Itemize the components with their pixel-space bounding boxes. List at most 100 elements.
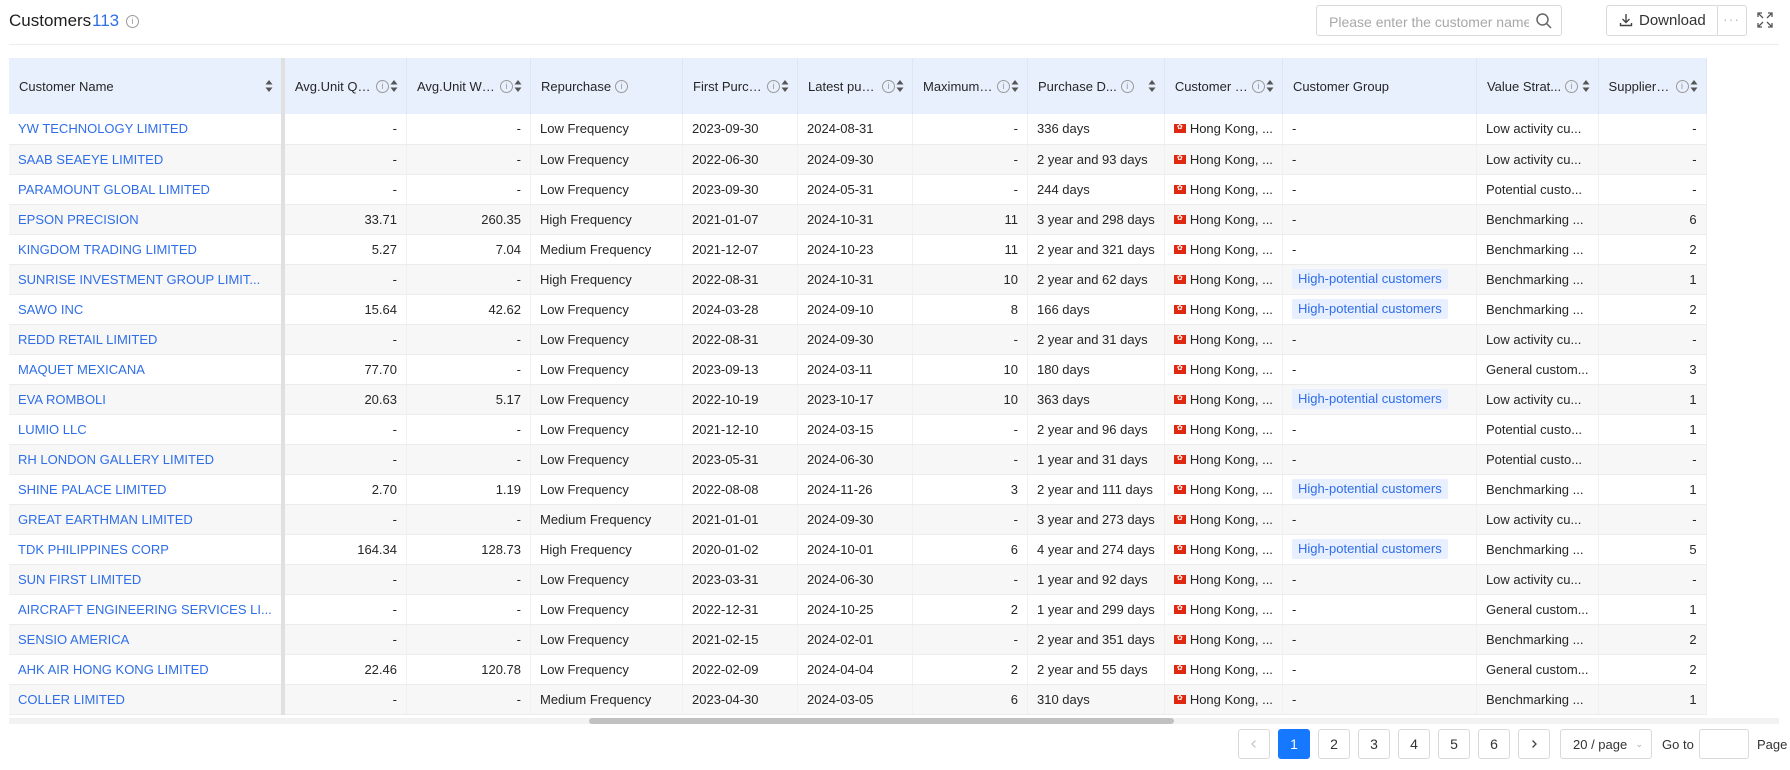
page-size-select[interactable]: 20 / page ⌄	[1560, 729, 1652, 759]
page-button[interactable]: 6	[1478, 729, 1510, 759]
page-button[interactable]: 2	[1318, 729, 1350, 759]
info-icon[interactable]: i	[1565, 80, 1579, 94]
sort-icon[interactable]	[1266, 79, 1274, 93]
sort-icon[interactable]	[1011, 79, 1019, 93]
info-icon[interactable]: i	[615, 80, 629, 94]
table-row[interactable]: SUN FIRST LIMITED - - Low Frequency 2023-03-…	[9, 564, 1707, 595]
table-row[interactable]: YW TECHNOLOGY LIMITED - - Low Frequency 2023…	[9, 114, 1707, 145]
horizontal-scrollbar[interactable]	[9, 718, 1779, 724]
cell-name[interactable]: SAAB SEAEYE LIMITED	[9, 144, 285, 175]
info-icon[interactable]: i	[1120, 80, 1134, 94]
table-row[interactable]: SHINE PALACE LIMITED 2.70 1.19 Low Frequenc…	[9, 474, 1707, 505]
sort-icon[interactable]	[1690, 79, 1698, 93]
cell-name[interactable]: SUN FIRST LIMITED	[9, 564, 285, 595]
cell-duration: 336 days	[1027, 114, 1165, 145]
table-row[interactable]: SENSIO AMERICA - - Low Frequency 2021-02-15 2…	[9, 624, 1707, 655]
cell-first: 2021-01-01	[682, 504, 798, 535]
sort-icon[interactable]	[1582, 79, 1590, 93]
page-button[interactable]: 3	[1358, 729, 1390, 759]
cell-name[interactable]: LUMIO LLC	[9, 414, 285, 445]
goto-page-input[interactable]	[1699, 729, 1749, 759]
info-icon[interactable]: i	[767, 80, 780, 94]
page-button[interactable]: 5	[1438, 729, 1470, 759]
info-icon[interactable]: i	[882, 80, 895, 94]
search-icon[interactable]	[1535, 12, 1553, 30]
sort-icon[interactable]	[390, 79, 398, 93]
column-header[interactable]: Value Strat... i	[1476, 58, 1599, 114]
cell-name[interactable]: SAWO INC	[9, 294, 285, 325]
page-button[interactable]: 1	[1278, 729, 1310, 759]
column-header[interactable]: Avg.Unit Wgt ... i	[406, 58, 531, 114]
cell-name[interactable]: SHINE PALACE LIMITED	[9, 474, 285, 505]
column-header[interactable]: Purchase D... i	[1027, 58, 1165, 114]
table-row[interactable]: PARAMOUNT GLOBAL LIMITED - - Low Frequency 2…	[9, 174, 1707, 205]
table-row[interactable]: EPSON PRECISION 33.71 260.35 High Frequency…	[9, 204, 1707, 235]
info-icon[interactable]: i	[1251, 80, 1265, 94]
info-icon[interactable]: i	[376, 80, 389, 94]
cell-name[interactable]: PARAMOUNT GLOBAL LIMITED	[9, 174, 285, 205]
cell-name[interactable]: MAQUET MEXICANA	[9, 354, 285, 385]
column-header[interactable]: Customer L... i	[1164, 58, 1283, 114]
cell-location: Hong Kong, ...	[1164, 564, 1283, 595]
table-row[interactable]: AIRCRAFT ENGINEERING SERVICES LI... - - Low…	[9, 594, 1707, 625]
column-header[interactable]: Maximum D... i	[912, 58, 1028, 114]
cell-name[interactable]: AHK AIR HONG KONG LIMITED	[9, 654, 285, 685]
sort-icon[interactable]	[1148, 79, 1156, 93]
column-header[interactable]: Repurchase i	[530, 58, 683, 114]
column-header[interactable]: Latest purc... i	[797, 58, 913, 114]
page-button[interactable]: 4	[1398, 729, 1430, 759]
cell-name[interactable]: COLLER LIMITED	[9, 684, 285, 715]
cell-name[interactable]: YW TECHNOLOGY LIMITED	[9, 114, 285, 145]
table-row[interactable]: TDK PHILIPPINES CORP 164.34 128.73 High Fre…	[9, 534, 1707, 565]
cell-latest: 2024-09-10	[797, 294, 913, 325]
sort-icon[interactable]	[265, 79, 273, 93]
scrollbar-thumb[interactable]	[589, 718, 1174, 724]
fullscreen-icon[interactable]	[1756, 11, 1774, 29]
column-header[interactable]: Avg.Unit Qty P... i	[282, 58, 407, 114]
table-row[interactable]: SUNRISE INVESTMENT GROUP LIMIT... - - High …	[9, 264, 1707, 295]
sort-icon[interactable]	[896, 79, 904, 93]
download-button[interactable]: Download	[1606, 5, 1718, 36]
column-header[interactable]: Customer Group	[1282, 58, 1477, 114]
info-icon[interactable]: i	[1675, 80, 1689, 94]
table-row[interactable]: REDD RETAIL LIMITED - - Low Frequency 2022-0…	[9, 324, 1707, 355]
table-row[interactable]: LUMIO LLC - - Low Frequency 2021-12-10 2024-0…	[9, 414, 1707, 445]
cell-name[interactable]: EPSON PRECISION	[9, 204, 285, 235]
sort-icon[interactable]	[781, 79, 789, 93]
search-box[interactable]	[1316, 5, 1562, 36]
table-row[interactable]: AHK AIR HONG KONG LIMITED 22.46 120.78 Low …	[9, 654, 1707, 685]
cell-name[interactable]: KINGDOM TRADING LIMITED	[9, 234, 285, 265]
table-row[interactable]: COLLER LIMITED - - Medium Frequency 2023-04-…	[9, 684, 1707, 715]
table-row[interactable]: EVA ROMBOLI 20.63 5.17 Low Frequency 2022-10…	[9, 384, 1707, 415]
cell-duration: 363 days	[1027, 384, 1165, 415]
table-row[interactable]: KINGDOM TRADING LIMITED 5.27 7.04 Medium Fr…	[9, 234, 1707, 265]
info-icon[interactable]: i	[997, 80, 1010, 94]
table-row[interactable]: RH LONDON GALLERY LIMITED - - Low Frequency…	[9, 444, 1707, 475]
cell-name[interactable]: AIRCRAFT ENGINEERING SERVICES LI...	[9, 594, 285, 625]
cell-name[interactable]: REDD RETAIL LIMITED	[9, 324, 285, 355]
cell-first: 2021-01-07	[682, 204, 798, 235]
table-row[interactable]: SAAB SEAEYE LIMITED - - Low Frequency 2022-0…	[9, 144, 1707, 175]
prev-page-button[interactable]	[1238, 729, 1270, 759]
cell-repurchase: Low Frequency	[530, 114, 683, 145]
table-row[interactable]: GREAT EARTHMAN LIMITED - - Medium Frequency…	[9, 504, 1707, 535]
cell-name[interactable]: EVA ROMBOLI	[9, 384, 285, 415]
table-row[interactable]: SAWO INC 15.64 42.62 Low Frequency 2024-03-2…	[9, 294, 1707, 325]
next-page-button[interactable]	[1518, 729, 1550, 759]
column-header[interactable]: First Purcha... i	[682, 58, 798, 114]
cell-name[interactable]: GREAT EARTHMAN LIMITED	[9, 504, 285, 535]
table-row[interactable]: MAQUET MEXICANA 77.70- Low Frequency 2023-0…	[9, 354, 1707, 385]
cell-duration: 2 year and 96 days	[1027, 414, 1165, 445]
cell-name[interactable]: SUNRISE INVESTMENT GROUP LIMIT...	[9, 264, 285, 295]
info-icon[interactable]: i	[500, 80, 513, 94]
cell-name[interactable]: SENSIO AMERICA	[9, 624, 285, 655]
cell-name[interactable]: TDK PHILIPPINES CORP	[9, 534, 285, 565]
column-header[interactable]: Supplier L... i	[1598, 58, 1707, 114]
cell-name[interactable]: RH LONDON GALLERY LIMITED	[9, 444, 285, 475]
cell-supplier: 2	[1598, 234, 1707, 265]
sort-icon[interactable]	[514, 79, 522, 93]
search-input[interactable]	[1327, 12, 1531, 32]
more-options-button[interactable]: ···	[1717, 5, 1747, 36]
column-header[interactable]: Customer Name	[9, 58, 285, 114]
info-icon[interactable]: i	[126, 15, 139, 28]
